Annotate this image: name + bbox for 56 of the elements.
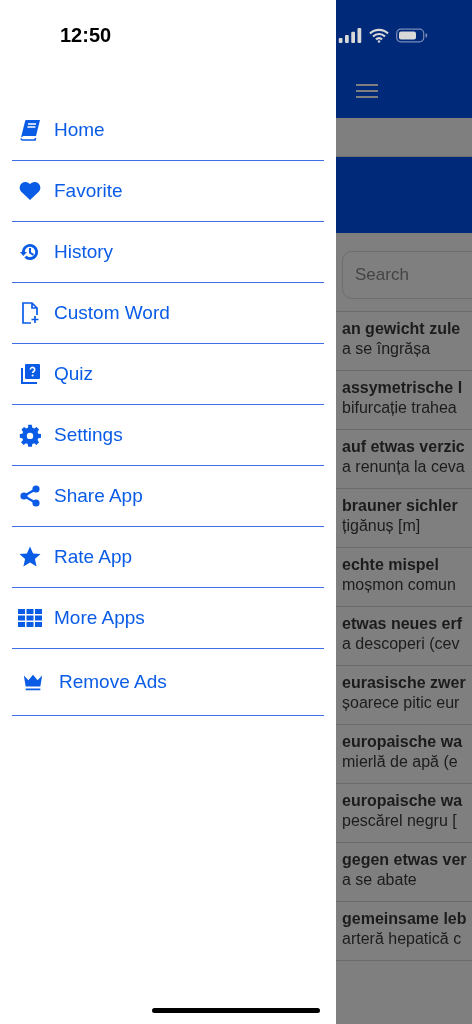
word-translation: a se abate [342,870,418,890]
word-translation: a descoperi (cev [342,634,461,654]
wifi-icon [369,28,389,43]
star-icon [18,545,42,569]
search-field[interactable]: Search [342,251,472,299]
word-row[interactable]: gemeinsame leb arteră hepatică c [336,902,472,961]
word-term: eurasische zwer [342,673,467,693]
word-translation: șoarece pitic eur [342,693,461,713]
menu-item[interactable]: Quiz [12,344,324,404]
book-icon [18,118,42,142]
word-row[interactable]: brauner sichler țigănuș [m] [336,489,472,548]
word-translation: țigănuș [m] [342,516,422,536]
word-row[interactable]: eurasische zwer șoarece pitic eur [336,666,472,725]
word-term: echte mispel [342,555,440,575]
status-time: 12:50 [60,24,112,47]
share-icon [18,484,42,508]
menu-item[interactable]: History [12,222,324,282]
word-term: auf etwas verzic [342,437,466,457]
word-row[interactable]: europaische wa mierlă de apă (e [336,725,472,784]
word-term: brauner sichler [342,496,459,516]
word-translation: moșmon comun [342,575,457,595]
word-term: an gewicht zule [342,319,462,339]
word-term: assymetrische l [342,378,464,398]
menu-item[interactable]: Settings [12,405,324,465]
battery-icon [396,28,428,43]
grid-icon [18,606,42,630]
menu-item[interactable]: More Apps [12,588,324,648]
word-translation: a renunța la ceva [342,457,466,477]
word-translation: arteră hepatică c [342,929,463,949]
word-row[interactable]: etwas neues erf a descoperi (cev [336,607,472,666]
signal-icon [338,28,362,43]
word-term: europaische wa [342,732,464,752]
menu-item[interactable]: Custom Word [12,283,324,343]
word-row[interactable]: gegen etwas ver a se abate [336,843,472,902]
heart-icon [18,179,42,203]
word-row[interactable]: auf etwas verzic a renunța la ceva [336,430,472,489]
word-row[interactable]: europaische wa pescărel negru [ [336,784,472,843]
word-translation: a se îngrășa [342,339,432,359]
word-translation: mierlă de apă (e [342,752,459,772]
word-row[interactable]: echte mispel moșmon comun [336,548,472,607]
menu-item[interactable]: Rate App [12,527,324,587]
quiz-icon [18,362,42,386]
word-term: etwas neues erf [342,614,464,634]
menu-item[interactable]: Share App [12,466,324,526]
word-translation: pescărel negru [ [342,811,458,831]
menu-icon[interactable] [356,83,378,99]
menu-item[interactable]: Home [12,100,324,160]
menu-item[interactable]: Remove Ads [12,649,324,715]
word-row[interactable]: an gewicht zule a se îngrășa [336,312,472,371]
word-term: gemeinsame leb [342,909,468,929]
settings-icon [18,423,42,447]
word-translation: bifurcație trahea [342,398,458,418]
word-term: gegen etwas ver [342,850,468,870]
word-row[interactable]: assymetrische l bifurcație trahea [336,371,472,430]
word-term: europaische wa [342,791,464,811]
menu-item[interactable]: Favorite [12,161,324,221]
